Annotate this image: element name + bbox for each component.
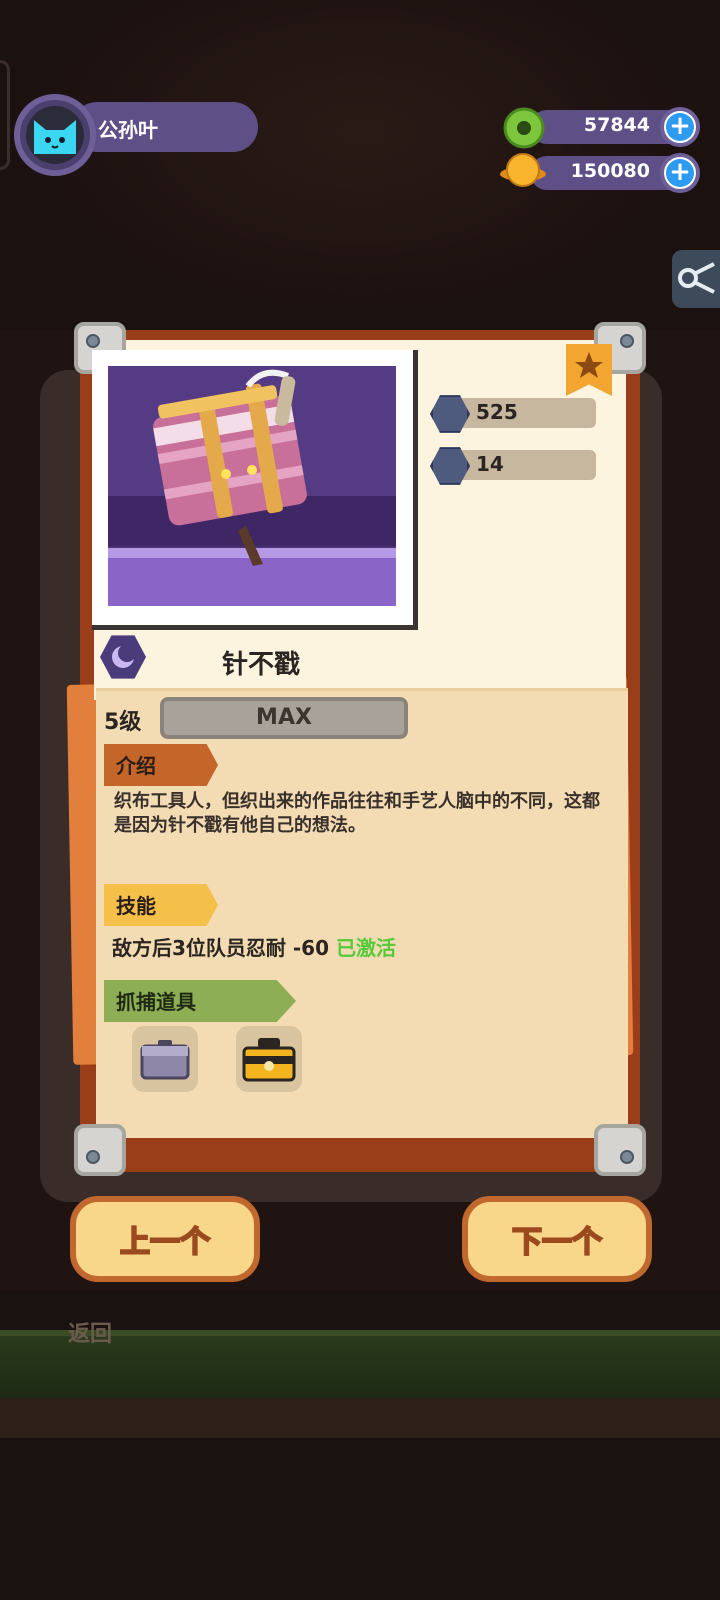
green-donut-icon [503,107,545,149]
monster-description: 织布工具人，但织出来的作品往往和手艺人脑中的不同，这都是因为针不戳有他自己的想法… [114,791,600,836]
frame-corner [74,1124,126,1176]
bolt-icon [620,1150,634,1164]
yellow-toolbox-icon [242,1038,296,1082]
skill-tag: 技能 [104,884,218,926]
add-gold-currency-button[interactable]: + [660,153,700,193]
back-button[interactable]: 返回 [68,1316,112,1348]
capture-tools-tag: 抓捕道具 [104,980,296,1022]
cat-avatar-icon [34,120,76,154]
gold-planet-icon [500,153,546,187]
scissors-icon [678,262,715,294]
green-currency-value: 57844 [583,114,650,136]
skill-description: 敌方后3位队员忍耐 -60 已激活 [112,932,396,961]
monster-name: 针不戳 [221,650,300,680]
intro-tag: 介绍 [104,744,218,786]
capture-item-slot[interactable] [236,1026,302,1092]
side-tab-button[interactable] [672,250,720,308]
frame-corner [594,1124,646,1176]
level-progress-bar: MAX [160,697,408,739]
attack-stat: 525 [430,394,600,433]
defense-value: 14 [476,452,504,476]
bolt-icon [86,334,100,348]
capture-item-slot[interactable] [132,1026,198,1092]
next-button-label: 下一个 [511,1224,603,1261]
plus-icon: + [666,159,694,187]
left-edge-tab [0,60,10,170]
add-green-currency-button[interactable]: + [660,107,700,147]
defense-stat: 14 [430,446,600,485]
avatar[interactable] [26,106,84,164]
gray-toolbox-icon [140,1040,190,1080]
bolt-icon [620,334,634,348]
previous-button[interactable]: 上一个 [70,1196,260,1282]
level-label: 5级 [104,710,142,735]
plus-icon: + [666,113,694,141]
skill-status: 已激活 [335,936,396,960]
next-button[interactable]: 下一个 [462,1196,652,1282]
player-name: 公孙叶 [98,118,158,142]
level-max-text: MAX [256,705,312,730]
attack-value: 525 [476,400,518,424]
gold-currency-value: 150080 [570,160,650,182]
monster-loom-icon [108,366,396,606]
ground-dirt [0,1398,720,1438]
star-icon [575,352,603,378]
bolt-icon [86,1150,100,1164]
skill-effect-text: 敌方后3位队员忍耐 -60 [112,936,330,960]
previous-button-label: 上一个 [119,1224,211,1261]
monster-photo [108,366,396,606]
